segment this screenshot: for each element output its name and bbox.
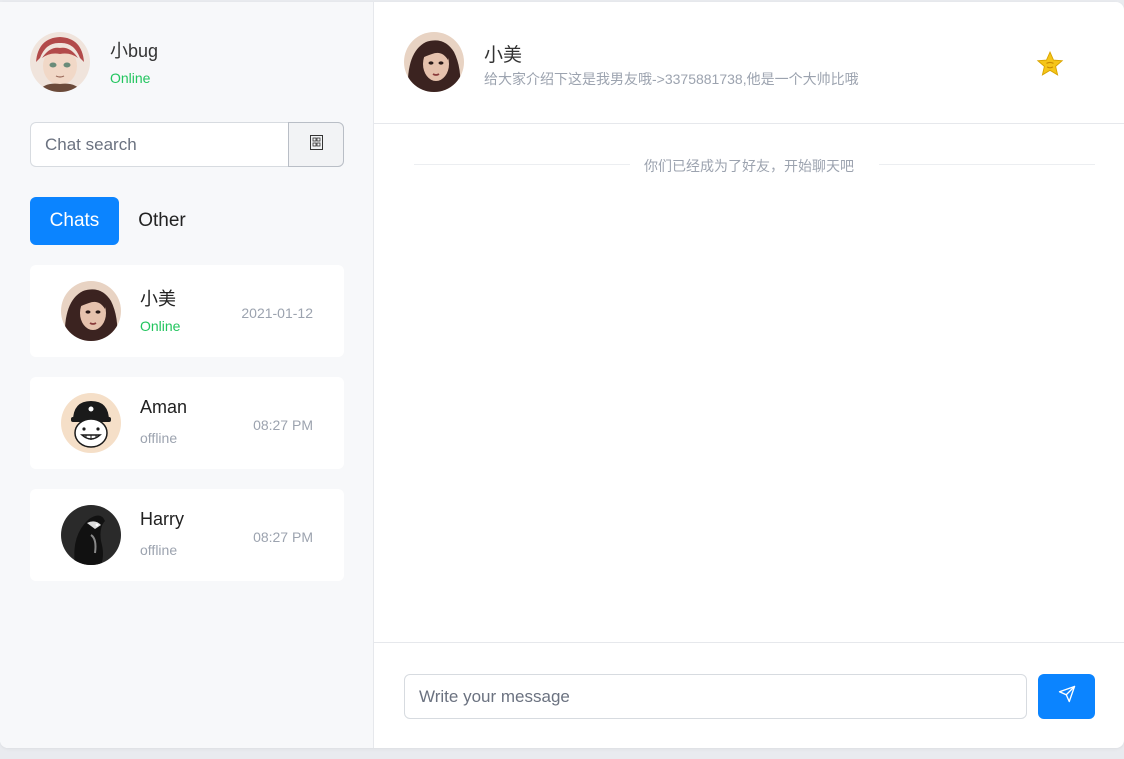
chat-list-item[interactable]: Aman offline 08:27 PM: [30, 377, 344, 469]
send-icon: [1058, 685, 1076, 708]
tab-chats[interactable]: Chats: [30, 197, 119, 245]
profile-name: 小bug: [110, 41, 159, 61]
send-button[interactable]: [1038, 674, 1095, 719]
search-icon: [309, 134, 323, 155]
chat-search: [30, 122, 344, 167]
sidebar: 小bug Online Chats Other: [0, 2, 374, 748]
search-button[interactable]: [288, 122, 344, 167]
chat-list-item[interactable]: Harry offline 08:27 PM: [30, 489, 344, 581]
chat-list-item[interactable]: 小美 Online 2021-01-12: [30, 265, 344, 357]
conversation-header: 小美 给大家介绍下这是我男友哦->3375881738,他是一个大帅比哦: [374, 2, 1124, 124]
system-message: 你们已经成为了好友，开始聊天吧: [374, 156, 1124, 176]
star-icon[interactable]: [1036, 50, 1064, 78]
avatar: [61, 393, 121, 453]
message-composer: [374, 642, 1124, 748]
contact-avatar[interactable]: [404, 32, 464, 92]
chat-name: Aman: [140, 397, 188, 417]
avatar: [61, 281, 121, 341]
contact-signature: 给大家介绍下这是我男友哦->3375881738,他是一个大帅比哦: [484, 71, 859, 87]
chat-status: Online: [140, 318, 181, 334]
chat-time: 2021-01-12: [241, 305, 313, 321]
contact-name: 小美: [484, 45, 523, 66]
chat-time: 08:27 PM: [253, 529, 313, 545]
search-input[interactable]: [30, 122, 289, 167]
conversation-panel: 小美 给大家介绍下这是我男友哦->3375881738,他是一个大帅比哦 你们已…: [374, 2, 1124, 748]
system-message-text: 你们已经成为了好友，开始聊天吧: [632, 158, 866, 174]
message-input[interactable]: [404, 674, 1027, 719]
chat-status: offline: [140, 542, 178, 558]
avatar: [61, 505, 121, 565]
tab-other[interactable]: Other: [128, 197, 196, 245]
chat-app: 小bug Online Chats Other: [0, 2, 1124, 748]
profile-status: Online: [110, 70, 151, 86]
chat-time: 08:27 PM: [253, 417, 313, 433]
chat-name: 小美: [140, 289, 176, 309]
chat-status: offline: [140, 430, 178, 446]
profile-avatar[interactable]: [30, 32, 90, 92]
chat-name: Harry: [140, 509, 184, 529]
